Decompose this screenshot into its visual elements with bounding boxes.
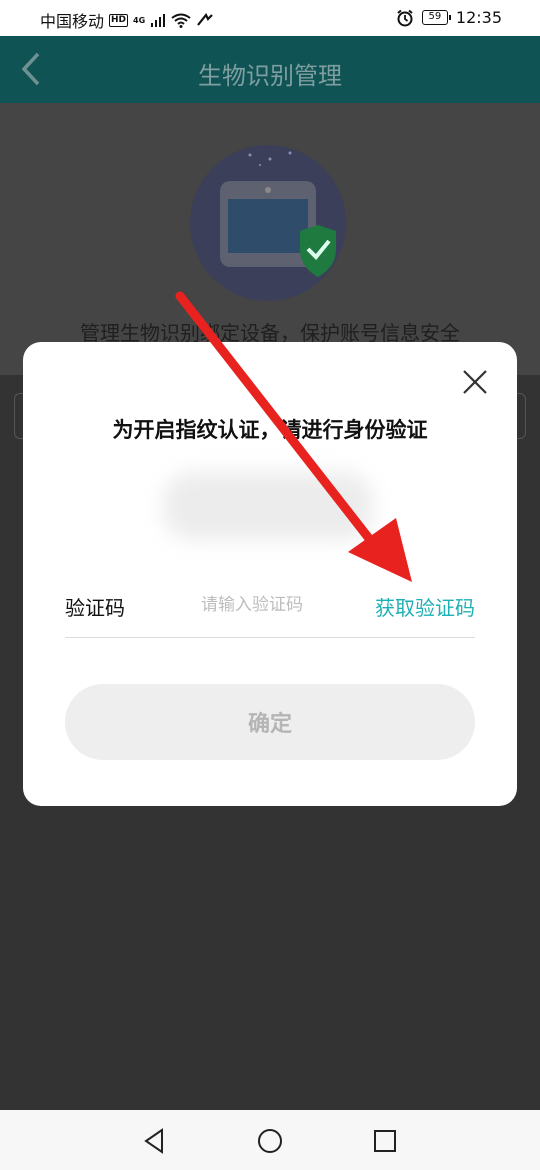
masked-phone-number [163,472,373,540]
signal-icon [151,14,166,27]
status-right: 59 12:35 [396,8,502,27]
nav-back-icon[interactable] [140,1126,170,1156]
get-code-button[interactable]: 获取验证码 [375,592,475,621]
app-bar: 生物识别管理 [0,36,540,103]
confirm-button[interactable]: 确定 [65,684,475,760]
wifi-icon [171,13,191,28]
hd-badge: HD [109,13,129,27]
clock: 12:35 [455,8,502,27]
dialog-title: 为开启指纹认证，请进行身份验证 [112,418,428,442]
battery-indicator: 59 [421,10,451,25]
verification-dialog: 为开启指纹认证，请进行身份验证 验证码 获取验证码 确定 [23,342,517,806]
status-bar: 中国移动 HD 4G 59 12:35 [0,0,540,36]
verification-code-input[interactable] [201,588,349,622]
alarm-icon [397,9,413,26]
nav-home-icon[interactable] [255,1126,285,1156]
carrier-name: 中国移动 [40,12,105,31]
nav-recents-icon[interactable] [370,1126,400,1156]
verification-code-label: 验证码 [65,596,125,620]
background-page: 管理生物识别绑定设备，保护账号信息安全 [0,103,540,375]
biometric-device-illustration [190,145,346,301]
page-title: 生物识别管理 [198,62,342,90]
network-type: 4G [133,15,146,25]
close-icon[interactable] [461,368,489,396]
verification-code-row: 验证码 获取验证码 [65,580,475,638]
navigation-bar [0,1110,540,1170]
status-left: 中国移动 HD 4G [40,8,214,32]
nfc-icon [197,13,213,26]
